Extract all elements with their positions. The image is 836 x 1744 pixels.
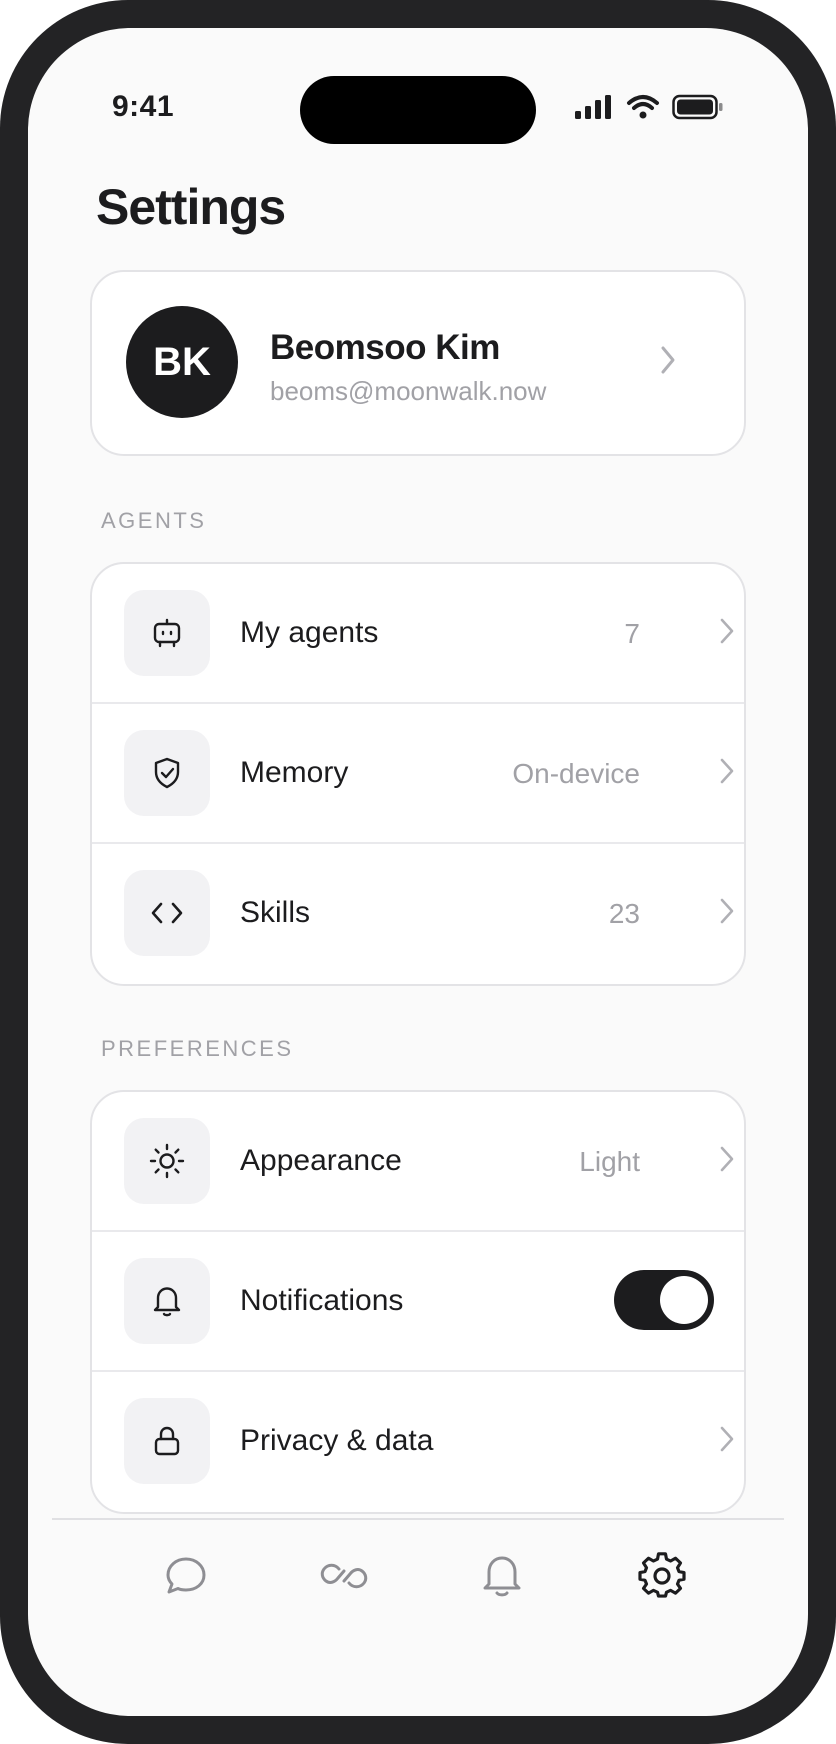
- cellular-signal-icon: [574, 94, 614, 125]
- section-label-agents: AGENTS: [101, 508, 207, 533]
- page-title: Settings: [96, 179, 286, 235]
- row-label: Appearance: [240, 1144, 402, 1177]
- link-icon: [317, 1556, 371, 1601]
- agents-card: My agents 7 Memory On-device Skills 23: [90, 562, 746, 986]
- row-label: My agents: [240, 616, 379, 649]
- robot-icon: [124, 590, 210, 676]
- tab-settings[interactable]: [632, 1548, 692, 1608]
- sun-icon: [124, 1118, 210, 1204]
- settings-row-my-agents[interactable]: My agents 7: [92, 564, 744, 704]
- toggle-knob: [660, 1276, 708, 1324]
- shield-check-icon: [124, 730, 210, 816]
- status-icons: [574, 94, 724, 125]
- profile-name: Beomsoo Kim: [270, 328, 500, 367]
- code-icon: [124, 870, 210, 956]
- chevron-right-icon: [658, 344, 678, 381]
- profile-card[interactable]: BK Beomsoo Kim beoms@moonwalk.now: [90, 270, 746, 456]
- wifi-icon: [626, 94, 660, 125]
- gear-icon: [638, 1551, 686, 1605]
- row-value: 23: [608, 898, 640, 929]
- settings-row-notifications: Notifications: [92, 1232, 744, 1372]
- status-time: 9:41: [112, 90, 175, 123]
- lock-icon: [124, 1398, 210, 1484]
- row-value: Light: [579, 1146, 640, 1177]
- tab-bar: [52, 1518, 784, 1716]
- tab-notifications[interactable]: [472, 1548, 532, 1608]
- avatar: BK: [126, 306, 238, 418]
- preferences-card: Appearance Light Notifications Privacy &…: [90, 1090, 746, 1514]
- section-label-preferences: PREFERENCES: [101, 1036, 294, 1061]
- phone-frame: 9:41 Settings BK Beomsoo Kim beoms@moonw…: [0, 0, 836, 1744]
- row-label: Privacy & data: [240, 1424, 434, 1457]
- row-label: Notifications: [240, 1284, 404, 1317]
- profile-email: beoms@moonwalk.now: [270, 376, 547, 406]
- settings-row-memory[interactable]: Memory On-device: [92, 704, 744, 844]
- notifications-toggle[interactable]: [614, 1270, 714, 1330]
- settings-row-skills[interactable]: Skills 23: [92, 844, 744, 984]
- chat-bubble-icon: [163, 1553, 209, 1604]
- settings-row-privacy[interactable]: Privacy & data: [92, 1372, 744, 1512]
- bell-icon: [480, 1552, 524, 1605]
- bell-icon: [124, 1258, 210, 1344]
- dynamic-island: [300, 76, 536, 144]
- row-label: Skills: [240, 896, 311, 929]
- row-value: 7: [624, 618, 640, 649]
- chevron-right-icon: [718, 896, 736, 931]
- row-label: Memory: [240, 756, 349, 789]
- chevron-right-icon: [718, 756, 736, 791]
- screen: 9:41 Settings BK Beomsoo Kim beoms@moonw…: [28, 28, 808, 1716]
- row-value: On-device: [512, 758, 640, 789]
- tab-connections[interactable]: [314, 1548, 374, 1608]
- battery-icon: [672, 94, 724, 125]
- chevron-right-icon: [718, 616, 736, 651]
- tab-chat[interactable]: [156, 1548, 216, 1608]
- chevron-right-icon: [718, 1144, 736, 1179]
- settings-row-appearance[interactable]: Appearance Light: [92, 1092, 744, 1232]
- chevron-right-icon: [718, 1424, 736, 1459]
